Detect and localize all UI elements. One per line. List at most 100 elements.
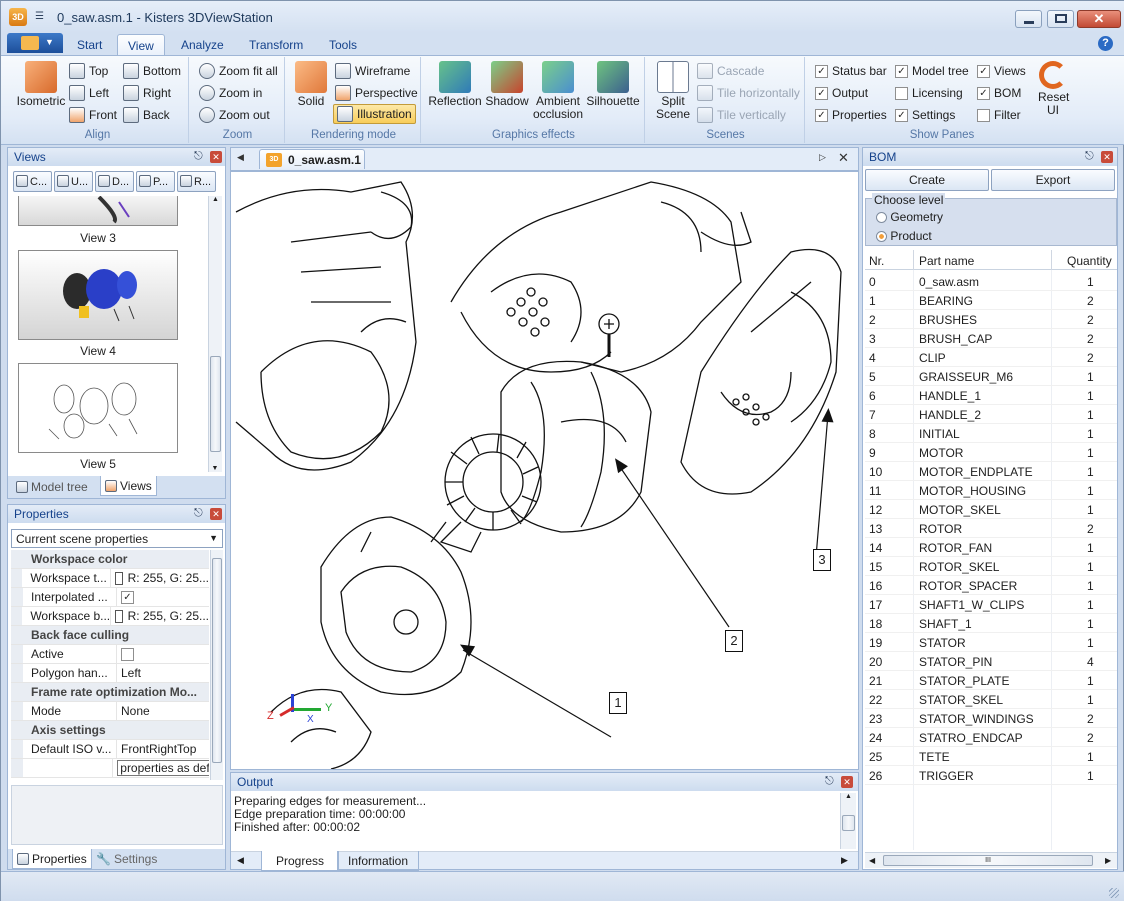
bom-pin-icon[interactable]: ⎋ xyxy=(1085,150,1094,163)
table-row[interactable]: 6 HANDLE_1 1 xyxy=(865,386,1117,405)
reflection-button[interactable]: Reflection xyxy=(427,61,483,108)
property-row[interactable]: Default ISO v... FrontRightTop xyxy=(11,740,209,759)
properties-pin-icon[interactable]: ⎋ xyxy=(194,507,203,520)
property-value[interactable]: R: 255, G: 25... xyxy=(111,609,209,623)
property-row[interactable]: Interpolated ... ✓ xyxy=(11,588,209,607)
view-back-button[interactable]: Back xyxy=(123,105,170,125)
color-swatch[interactable] xyxy=(115,571,123,585)
output-scrollbar[interactable]: ▲ xyxy=(840,793,856,849)
views-toolbar-button-0[interactable]: C... xyxy=(13,171,52,192)
property-value[interactable]: Left xyxy=(117,666,141,680)
property-category[interactable]: Back face culling xyxy=(11,626,209,645)
property-row[interactable]: Workspace t... R: 255, G: 25... xyxy=(11,569,209,588)
bom-horizontal-scrollbar[interactable]: ◀ III ▶ xyxy=(865,852,1117,868)
perspective-button[interactable]: Perspective xyxy=(335,83,418,103)
scene-properties-select[interactable]: Current scene properties ▼ xyxy=(11,529,223,548)
toggle-filter[interactable]: Filter xyxy=(977,105,1021,125)
output-close-icon[interactable]: ✕ xyxy=(841,776,853,788)
color-swatch[interactable] xyxy=(115,609,123,623)
table-row[interactable]: 19 STATOR 1 xyxy=(865,633,1117,652)
wireframe-button[interactable]: Wireframe xyxy=(335,61,410,81)
ribbon-tab-analyze[interactable]: Analyze xyxy=(171,34,234,55)
scroll-right-icon[interactable]: ▶ xyxy=(1105,856,1111,865)
property-row[interactable]: properties as def xyxy=(11,759,209,778)
3d-viewport[interactable]: 1 2 3 Y Z X xyxy=(230,171,859,770)
ribbon-tab-start[interactable]: Start xyxy=(67,34,112,55)
zoom-out-button[interactable]: Zoom out xyxy=(199,105,270,125)
header-quantity[interactable]: Quantity xyxy=(1067,254,1112,268)
views-toolbar-button-4[interactable]: R... xyxy=(177,171,216,192)
view-top-button[interactable]: Top xyxy=(69,61,108,81)
property-value[interactable]: R: 255, G: 25... xyxy=(111,571,209,585)
table-row[interactable]: 15 ROTOR_SKEL 1 xyxy=(865,557,1117,576)
property-row[interactable]: Active xyxy=(11,645,209,664)
tab-properties[interactable]: Properties xyxy=(12,849,92,869)
tile-vertically-button[interactable]: Tile vertically xyxy=(697,105,786,125)
tab-settings[interactable]: 🔧 Settings xyxy=(92,849,161,869)
application-menu-button[interactable]: ▼ xyxy=(7,33,63,53)
tab-information[interactable]: Information xyxy=(337,851,420,871)
views-close-icon[interactable]: ✕ xyxy=(210,151,222,163)
isometric-button[interactable]: Isometric xyxy=(13,61,69,108)
views-toolbar-button-2[interactable]: D... xyxy=(95,171,134,192)
property-value[interactable] xyxy=(117,647,139,661)
table-row[interactable]: 25 TETE 1 xyxy=(865,747,1117,766)
toggle-licensing[interactable]: Licensing xyxy=(895,83,963,103)
ribbon-tab-tools[interactable]: Tools xyxy=(319,34,367,55)
tab-scroll-left-icon[interactable]: ◀ xyxy=(237,152,244,163)
radio-geometry[interactable]: Geometry xyxy=(876,210,943,224)
pin-icon[interactable]: ⎋ xyxy=(194,150,203,163)
header-nr[interactable]: Nr. xyxy=(869,254,884,268)
table-row[interactable]: 24 STATRO_ENDCAP 2 xyxy=(865,728,1117,747)
ribbon-tab-transform[interactable]: Transform xyxy=(239,34,313,55)
view-bottom-button[interactable]: Bottom xyxy=(123,61,181,81)
toggle-model-tree[interactable]: ✓ Model tree xyxy=(895,61,969,81)
view-5-thumbnail[interactable] xyxy=(18,363,178,453)
views-toolbar-button-3[interactable]: P... xyxy=(136,171,175,192)
ribbon-tab-view[interactable]: View xyxy=(117,34,165,55)
tile-horizontally-button[interactable]: Tile horizontally xyxy=(697,83,800,103)
app-logo-icon[interactable]: 3D xyxy=(9,8,27,26)
split-scene-button[interactable]: Split Scene xyxy=(651,61,695,121)
toggle-output[interactable]: ✓ Output xyxy=(815,83,868,103)
table-row[interactable]: 3 BRUSH_CAP 2 xyxy=(865,329,1117,348)
output-tab-next-icon[interactable]: ▶ xyxy=(841,855,848,866)
view-4-thumbnail[interactable] xyxy=(18,250,178,340)
table-row[interactable]: 12 MOTOR_SKEL 1 xyxy=(865,500,1117,519)
view-right-button[interactable]: Right xyxy=(123,83,171,103)
zoom-in-button[interactable]: Zoom in xyxy=(199,83,262,103)
property-checkbox[interactable] xyxy=(121,647,134,661)
tab-scroll-right-icon[interactable]: ▷ xyxy=(819,152,826,163)
view-front-button[interactable]: Front xyxy=(69,105,117,125)
silhouette-button[interactable]: Silhouette xyxy=(585,61,641,108)
table-row[interactable]: 10 MOTOR_ENDPLATE 1 xyxy=(865,462,1117,481)
toggle-views[interactable]: ✓ Views xyxy=(977,61,1026,81)
table-row[interactable]: 21 STATOR_PLATE 1 xyxy=(865,671,1117,690)
property-category[interactable]: Axis settings xyxy=(11,721,209,740)
help-icon[interactable]: ? xyxy=(1098,36,1113,51)
table-row[interactable]: 13 ROTOR 2 xyxy=(865,519,1117,538)
toggle-settings[interactable]: ✓ Settings xyxy=(895,105,955,125)
quick-access-menu-icon[interactable]: ☰ xyxy=(35,11,44,22)
illustration-button[interactable]: Illustration xyxy=(333,104,416,124)
property-value[interactable]: ✓ xyxy=(117,590,139,604)
table-row[interactable]: 18 SHAFT_1 1 xyxy=(865,614,1117,633)
table-row[interactable]: 20 STATOR_PIN 4 xyxy=(865,652,1117,671)
property-checkbox[interactable]: ✓ xyxy=(121,590,134,604)
table-row[interactable]: 5 GRAISSEUR_M6 1 xyxy=(865,367,1117,386)
views-toolbar-button-1[interactable]: U... xyxy=(54,171,93,192)
property-row[interactable]: Polygon han... Left xyxy=(11,664,209,683)
header-part-name[interactable]: Part name xyxy=(919,254,974,268)
reset-ui-button[interactable]: Reset UI xyxy=(1035,61,1071,117)
table-row[interactable]: 0 0_saw.asm 1 xyxy=(865,272,1117,291)
view-left-button[interactable]: Left xyxy=(69,83,109,103)
table-row[interactable]: 9 MOTOR 1 xyxy=(865,443,1117,462)
document-close-icon[interactable]: ✕ xyxy=(838,150,849,166)
view-3-thumbnail[interactable] xyxy=(18,196,178,226)
shadow-button[interactable]: Shadow xyxy=(485,61,529,108)
cascade-button[interactable]: Cascade xyxy=(697,61,764,81)
toggle-properties[interactable]: ✓ Properties xyxy=(815,105,887,125)
tab-progress[interactable]: Progress xyxy=(261,851,340,871)
property-category[interactable]: Frame rate optimization Mo... xyxy=(11,683,209,702)
close-button[interactable]: ✕ xyxy=(1077,10,1121,28)
